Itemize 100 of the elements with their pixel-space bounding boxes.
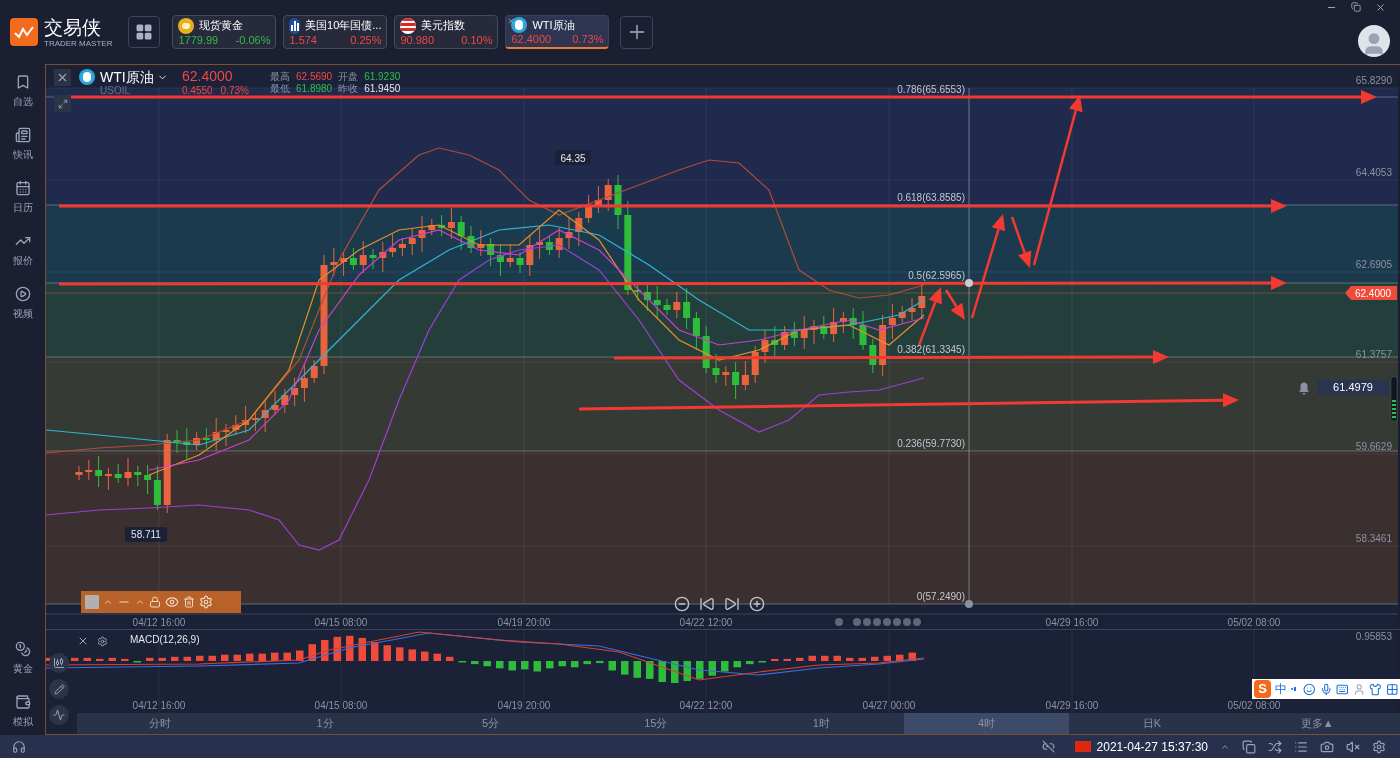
close-icon[interactable] — [507, 17, 516, 25]
macd-bar — [771, 658, 779, 662]
close-icon[interactable] — [1375, 2, 1386, 13]
calendar-icon — [14, 180, 31, 196]
macd-bar — [358, 637, 366, 662]
period-tab[interactable]: 日K — [1069, 713, 1235, 734]
macd-bar — [646, 661, 654, 679]
macd-bar — [321, 640, 329, 662]
macd-value-label: 0.95853 — [1355, 631, 1392, 643]
sidebar-item[interactable]: 模拟 — [0, 690, 45, 733]
macd-bar — [171, 656, 179, 662]
close-chart-button[interactable] — [54, 69, 71, 86]
time-axis-label: 04/15 08:00 — [314, 617, 368, 628]
fib-handle[interactable] — [965, 279, 973, 287]
color-swatch[interactable] — [85, 595, 99, 609]
price-axis-label: 61.3757 — [1355, 349, 1392, 360]
time-axis-label: 04/22 12:00 — [679, 700, 733, 712]
stat-value: 61.9230 — [364, 71, 401, 83]
macd-bar — [158, 657, 166, 662]
sidebar-item[interactable]: 视频 — [0, 282, 45, 325]
sidebar-item[interactable]: 快讯 — [0, 123, 45, 166]
macd-bar — [508, 661, 516, 671]
shirt-icon[interactable] — [1369, 682, 1382, 696]
period-tab[interactable]: 分时 — [77, 713, 243, 734]
macd-title: MACD(12,26,9) — [130, 634, 200, 646]
layout-grid-button[interactable] — [128, 16, 161, 48]
period-tab[interactable]: 1时 — [738, 713, 904, 734]
zoom-out-icon[interactable] — [674, 596, 690, 612]
scroll-indicator-icon[interactable] — [1390, 376, 1398, 422]
macd-bar — [733, 661, 741, 668]
link-off-icon[interactable] — [1041, 740, 1055, 753]
zoom-in-icon[interactable] — [749, 596, 765, 612]
sidebar-item[interactable]: 报价 — [0, 229, 45, 272]
price-axis-label: 64.4053 — [1355, 167, 1392, 178]
macd-bar — [346, 635, 354, 662]
date-time: 2021-04-27 15:37:30 — [1096, 738, 1208, 756]
macd-bar — [258, 653, 266, 662]
app-name: 交易侠 — [44, 16, 102, 39]
keyboard-icon[interactable] — [1336, 682, 1349, 696]
macd-bar — [671, 661, 679, 684]
macd-bar — [633, 661, 641, 678]
fib-level-label: 0.5(62.5965) — [908, 270, 965, 281]
macd-bar — [208, 655, 216, 662]
mute-icon[interactable] — [1346, 739, 1360, 754]
eye-icon[interactable] — [165, 595, 179, 609]
skip-forward-icon[interactable] — [724, 596, 740, 612]
macd-bar — [283, 652, 291, 662]
window-icon[interactable] — [1242, 739, 1256, 754]
bell-icon[interactable] — [1299, 382, 1309, 395]
quote-change: 0.73% — [572, 33, 604, 46]
macd-bar — [396, 647, 404, 662]
period-tab[interactable]: 1分 — [242, 713, 408, 734]
punctuation-icon[interactable] — [1291, 685, 1299, 693]
add-tab-button[interactable] — [620, 15, 654, 49]
instrument-name[interactable]: WTI原油 — [100, 69, 154, 85]
settings-icon[interactable] — [1372, 739, 1386, 754]
quote-price: 1.574 — [289, 33, 317, 47]
macd-bar — [571, 661, 579, 668]
high-price-label: 64.35 — [560, 153, 586, 164]
sidebar-item[interactable]: 自选 — [0, 70, 45, 113]
period-tab[interactable]: 更多▲ — [1234, 713, 1400, 734]
grid-icon — [135, 23, 154, 41]
macd-bar — [71, 657, 79, 662]
shuffle-icon[interactable] — [1268, 739, 1282, 754]
grid-icon[interactable] — [1385, 682, 1398, 696]
sidebar-item[interactable]: 日历 — [0, 176, 45, 219]
fib-level-label: 0.786(65.6553) — [897, 84, 965, 95]
emoji-icon[interactable] — [1303, 682, 1316, 696]
settings-icon[interactable] — [97, 635, 108, 647]
time-axis-label: 04/12 16:00 — [132, 617, 186, 628]
macd-bar — [471, 661, 479, 665]
expand-button[interactable] — [54, 95, 71, 112]
stat-label: 开盘 — [338, 71, 359, 83]
quote-tab[interactable]: WTI原油 62.4000 0.73% — [505, 15, 610, 49]
macd-bar — [833, 655, 841, 662]
period-tab[interactable]: 5分 — [407, 713, 574, 734]
ime-mode[interactable]: 中 — [1275, 680, 1288, 698]
avatar[interactable] — [1358, 25, 1390, 57]
microphone-icon[interactable] — [1319, 682, 1332, 696]
macd-bar — [583, 661, 591, 665]
period-tab[interactable]: 15分 — [573, 713, 739, 734]
close-icon[interactable] — [77, 635, 89, 647]
lock-icon[interactable] — [149, 596, 161, 608]
sidebar-item[interactable]: 黄金 — [0, 637, 45, 680]
fib-handle[interactable] — [965, 600, 973, 608]
camera-icon[interactable] — [1320, 739, 1334, 754]
skip-back-icon[interactable] — [699, 596, 715, 612]
macd-bar — [308, 644, 316, 662]
quote-tab[interactable]: 美元指数 90.980 0.10% — [394, 15, 499, 49]
quote-tab[interactable]: 现货黄金 1779.99 -0.06% — [172, 15, 277, 49]
macd-bar — [421, 651, 429, 662]
quote-tab[interactable]: 美国10年国债... 1.574 0.25% — [283, 15, 388, 49]
pulse-icon — [53, 709, 65, 721]
headset-icon[interactable] — [12, 739, 26, 754]
time-axis-label: 04/22 12:00 — [679, 617, 733, 628]
list-icon[interactable] — [1294, 739, 1308, 754]
restore-icon[interactable] — [1351, 2, 1361, 12]
trash-icon[interactable] — [183, 596, 195, 608]
macd-bar — [808, 655, 816, 662]
macd-bar — [708, 661, 716, 676]
